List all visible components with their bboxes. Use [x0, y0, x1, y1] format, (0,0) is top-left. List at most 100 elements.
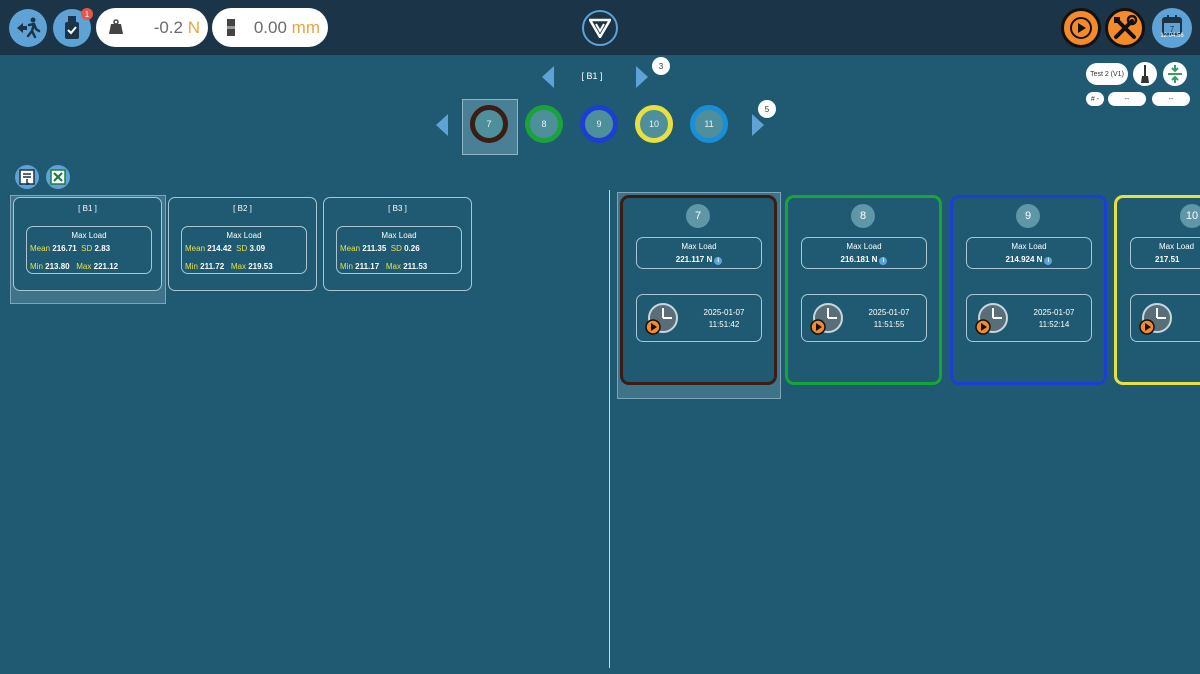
specimen-number: 7	[686, 204, 710, 228]
max-load-header: Max Load	[1159, 242, 1195, 251]
next-specimen-arrow[interactable]	[752, 114, 764, 136]
specimen-nav-label: 10	[648, 119, 659, 129]
batch-card-b2[interactable]: [ B2 ] Max Load Mean 214.42 SD 3.09 Min …	[168, 197, 317, 291]
crosshead-icon	[227, 19, 235, 36]
batch-stats: Max Load Mean 211.35 SD 0.26 Min 211.17 …	[336, 226, 462, 274]
info-icon[interactable]: i	[879, 257, 888, 265]
specimen-number: 10	[1180, 204, 1200, 228]
brand-logo	[582, 10, 618, 46]
usb-check-icon	[65, 16, 79, 39]
stats-header: Max Load	[226, 231, 262, 240]
specimen-nav-label: 8	[541, 119, 547, 129]
prev-batch-arrow[interactable]	[542, 66, 554, 88]
specimen-nav-10[interactable]: 10	[635, 105, 673, 143]
specimen-number: 8	[851, 204, 875, 228]
load-value: -0.2	[153, 18, 183, 37]
load-readout: -0.2 N	[96, 8, 208, 47]
specimen-nav-label: 9	[596, 119, 602, 129]
displacement-readout: 0.00 mm	[212, 8, 328, 47]
test-date: 2025-01-07	[868, 308, 910, 317]
sd-label: SD	[81, 244, 93, 253]
sd-value: 3.09	[249, 244, 266, 253]
sd-label: SD	[236, 244, 248, 253]
clock-play-icon[interactable]	[810, 302, 844, 336]
max-label: Max	[385, 262, 401, 271]
min-label: Min	[340, 262, 353, 271]
max-value: 221.12	[93, 262, 119, 271]
displacement-unit: mm	[291, 18, 320, 37]
max-load-value: 216.181 N	[840, 255, 878, 264]
stats-row-mean: Mean 211.35 SD 0.26	[340, 244, 420, 253]
info-icon[interactable]: i	[1044, 257, 1053, 265]
prev-specimen-arrow[interactable]	[436, 114, 448, 136]
test-time: 11:52:14	[1038, 320, 1070, 329]
weight-icon	[109, 19, 123, 34]
calendar-button[interactable]: 7	[1152, 8, 1192, 48]
batch-title: [ B2 ]	[233, 204, 252, 213]
min-value: 211.17	[355, 262, 380, 271]
report-icon	[19, 169, 35, 185]
clock-play-icon[interactable]	[1139, 302, 1173, 336]
test-time: 11:51:42	[708, 320, 740, 329]
field-2[interactable]: --	[1152, 92, 1190, 106]
field-1[interactable]: --	[1108, 92, 1146, 106]
specimen-card-8[interactable]: 8 Max Load 216.181 Ni 2025-01-07 11:51:5…	[785, 195, 942, 385]
specimen-nav-label: 7	[486, 119, 492, 129]
clock-play-icon[interactable]	[975, 302, 1009, 336]
mean-value: 211.35	[362, 244, 387, 253]
exit-running-icon	[17, 17, 41, 39]
mean-label: Mean	[185, 244, 206, 253]
specimen-card-10[interactable]: 10 Max Load 217.51	[1114, 195, 1200, 385]
max-label: Max	[230, 262, 246, 271]
test-time-box: 2025-01-07 11:52:14	[966, 294, 1092, 342]
tools-icon	[1114, 15, 1138, 39]
stats-header: Max Load	[381, 231, 417, 240]
specimen-nav-11[interactable]: 11	[690, 105, 728, 143]
test-selector[interactable]: Test 2 (V1)	[1086, 63, 1128, 85]
specimen-nav-9[interactable]: 9	[580, 105, 618, 143]
usb-badge: 1	[81, 8, 93, 20]
compress-icon	[1168, 65, 1182, 83]
exit-button[interactable]	[9, 9, 47, 47]
play-icon	[1070, 17, 1092, 39]
compress-button[interactable]	[1163, 62, 1187, 86]
displacement-value: 0.00	[253, 18, 287, 37]
batch-stats: Max Load Mean 216.71 SD 2.83 Min 213.80 …	[26, 226, 152, 274]
max-load-box: Max Load 217.51	[1130, 237, 1200, 269]
max-load-header: Max Load	[1011, 242, 1047, 251]
brush-button[interactable]	[1133, 62, 1157, 86]
min-label: Min	[185, 262, 198, 271]
max-load-box: Max Load 221.117 Ni	[636, 237, 762, 269]
tools-button[interactable]	[1105, 8, 1145, 48]
sd-label: SD	[390, 244, 402, 253]
load-value-text: -0.2 N	[154, 18, 200, 38]
test-date: 2025-01-07	[703, 308, 745, 317]
info-icon[interactable]: i	[714, 257, 723, 265]
run-test-button[interactable]	[1061, 8, 1101, 48]
mean-value: 214.42	[207, 244, 232, 253]
stats-row-minmax: Min 211.72 Max 219.53	[185, 262, 273, 271]
specimen-nav-8[interactable]: 8	[525, 105, 563, 143]
stats-header: Max Load	[71, 231, 107, 240]
batch-card-b3[interactable]: [ B3 ] Max Load Mean 211.35 SD 0.26 Min …	[323, 197, 472, 291]
max-value: 219.53	[248, 262, 273, 271]
min-value: 211.72	[200, 262, 225, 271]
excel-export-button[interactable]	[46, 165, 70, 189]
specimen-nav-7[interactable]: 7	[470, 105, 508, 143]
clock-time: 12:04:56	[1160, 33, 1184, 39]
hash-field[interactable]: # -	[1086, 92, 1104, 106]
specimen-card-9[interactable]: 9 Max Load 214.924 Ni 2025-01-07 11:52:1…	[950, 195, 1107, 385]
specimen-card-7[interactable]: 7 Max Load 221.117 Ni 2025-01-07 11:51:4…	[620, 195, 777, 385]
test-time-box	[1130, 294, 1200, 342]
report-export-button[interactable]	[15, 165, 39, 189]
max-load-header: Max Load	[846, 242, 882, 251]
batch-card-b1[interactable]: [ B1 ] Max Load Mean 216.71 SD 2.83 Min …	[13, 197, 162, 291]
clock-play-icon[interactable]	[645, 302, 679, 336]
max-load-line: 217.51	[1155, 255, 1200, 264]
max-load-line: 214.924 Ni	[967, 255, 1091, 265]
batch-stats: Max Load Mean 214.42 SD 3.09 Min 211.72 …	[181, 226, 307, 274]
next-batch-arrow[interactable]	[636, 66, 648, 88]
specimen-nav-label: 11	[704, 119, 714, 129]
stats-row-minmax: Min 213.80 Max 221.12	[30, 262, 118, 271]
stats-row-minmax: Min 211.17 Max 211.53	[340, 262, 427, 271]
